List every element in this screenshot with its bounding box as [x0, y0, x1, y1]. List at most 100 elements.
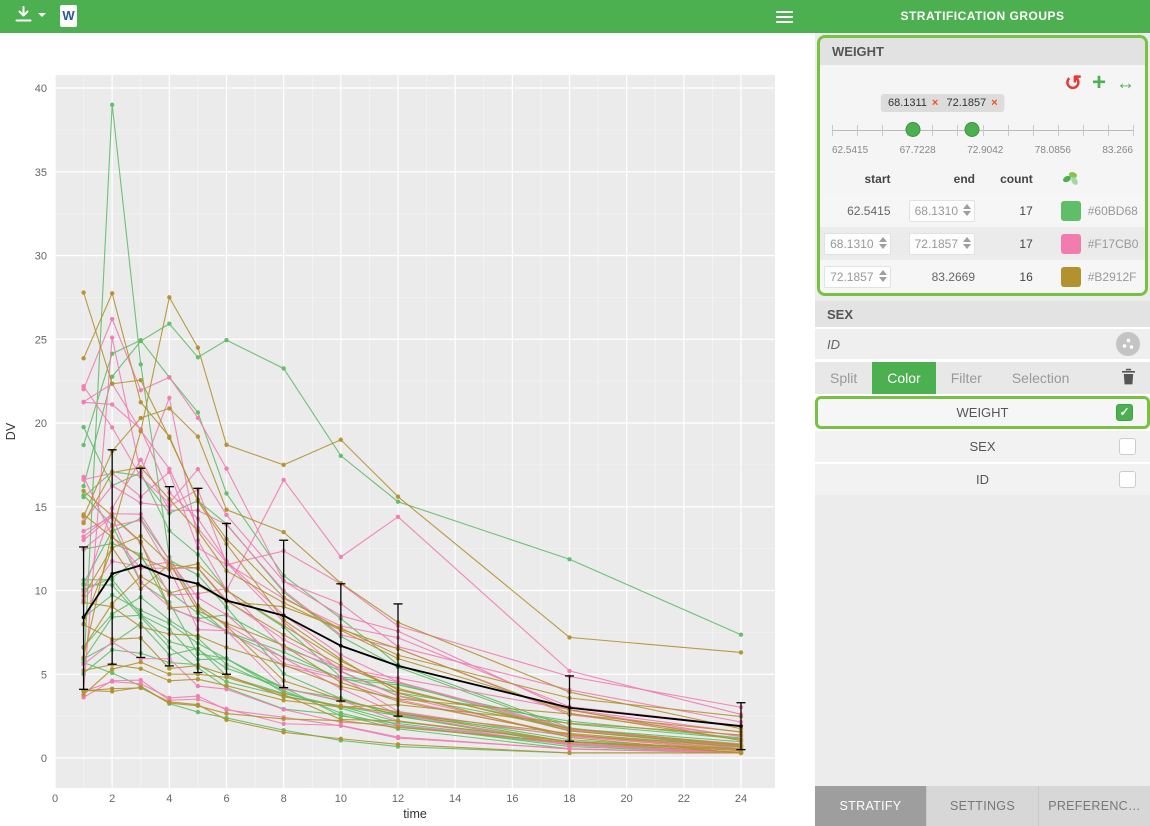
weight-panel-body: ↺ + ↔ 68.1311× 72.1857×	[820, 65, 1145, 293]
application-window: W STRATIFICATION GROUPS 0246810121416182…	[0, 0, 1150, 826]
svg-text:20: 20	[621, 793, 633, 805]
svg-text:10: 10	[35, 586, 47, 598]
remove-threshold-icon-2[interactable]: ×	[991, 97, 997, 109]
stratify-variable-list: WEIGHT✓SEXID	[815, 396, 1150, 495]
weight-panel: WEIGHT ↺ + ↔ 68.1311× 72.1857×	[817, 35, 1148, 296]
group-row-2: 68.1310 72.1857 17 #F17CB0	[820, 227, 1145, 260]
word-export-button[interactable]: W	[60, 5, 77, 27]
end-input[interactable]: 68.1310	[909, 200, 975, 222]
stratify-row-id[interactable]: ID	[815, 464, 1150, 495]
break-slider[interactable]	[832, 118, 1133, 144]
svg-text:8: 8	[281, 793, 287, 805]
stratify-row-sex[interactable]: SEX	[815, 431, 1150, 462]
tab-selection[interactable]: Selection	[997, 362, 1085, 394]
stratify-label-id: ID	[815, 472, 1150, 487]
sex-section-header[interactable]: SEX	[815, 301, 1150, 329]
end-input[interactable]: 72.1857	[909, 233, 975, 255]
threshold-chip-1[interactable]: 68.1311 ×	[881, 94, 945, 112]
stratification-sidebar: WEIGHT ↺ + ↔ 68.1311× 72.1857×	[815, 33, 1150, 826]
number-spinner[interactable]	[879, 270, 887, 282]
svg-text:0: 0	[41, 753, 47, 765]
start-input[interactable]: 72.1857	[824, 266, 890, 288]
slider-scale-labels: 62.541567.722872.904278.085683.266	[832, 145, 1133, 156]
dv-time-plot[interactable]: 0246810121416182022240510152025303540tim…	[0, 33, 815, 826]
count-value: 17	[989, 237, 1051, 251]
slider-tick	[832, 125, 833, 136]
tab-preferenc[interactable]: PREFERENC…	[1039, 786, 1150, 826]
tab-color[interactable]: Color	[872, 362, 935, 394]
select-points-button[interactable]	[1116, 332, 1140, 356]
start-input[interactable]: 68.1310	[824, 233, 890, 255]
group-row-1: 62.5415 68.1310 17 #60BD68	[820, 194, 1145, 227]
threshold-chip-2[interactable]: 72.1857×	[939, 94, 1004, 112]
checkbox-id[interactable]	[1119, 471, 1136, 488]
y-axis-label: DV	[4, 422, 18, 440]
count-value: 16	[989, 270, 1051, 284]
remove-threshold-icon-1[interactable]: ×	[932, 97, 938, 109]
delete-stratification-button[interactable]	[1121, 368, 1136, 388]
slider-tick	[983, 125, 984, 136]
count-value: 17	[989, 204, 1051, 218]
groups-table-header: start end count	[820, 164, 1145, 194]
scatter-select-icon	[1121, 337, 1135, 351]
color-cell: #F17CB0	[1051, 234, 1145, 254]
checkbox-sex[interactable]	[1119, 438, 1136, 455]
tab-split[interactable]: Split	[815, 362, 872, 394]
tab-filter[interactable]: Filter	[936, 362, 997, 394]
slider-tick	[1133, 125, 1134, 136]
plus-icon: +	[1092, 69, 1106, 96]
svg-text:40: 40	[35, 83, 47, 95]
svg-text:18: 18	[563, 793, 575, 805]
slider-handle-1[interactable]	[906, 122, 921, 137]
stratify-row-weight[interactable]: WEIGHT✓	[815, 396, 1150, 429]
x-axis-label: time	[403, 807, 427, 821]
svg-text:30: 30	[35, 251, 47, 263]
weight-section-header[interactable]: WEIGHT	[820, 38, 1145, 65]
word-doc-icon: W	[60, 5, 77, 27]
palette-button[interactable]	[1061, 170, 1081, 189]
svg-text:4: 4	[166, 793, 172, 805]
number-spinner[interactable]	[963, 204, 971, 216]
download-button[interactable]	[14, 6, 46, 23]
slider-tick	[1108, 125, 1109, 136]
threshold-value-1: 68.1311	[888, 97, 927, 109]
stratification-groups-title: STRATIFICATION GROUPS	[815, 0, 1150, 33]
color-swatch[interactable]	[1061, 201, 1081, 221]
color-hex: #F17CB0	[1088, 237, 1139, 251]
color-hex: #B2912F	[1088, 270, 1137, 284]
color-swatch[interactable]	[1061, 267, 1081, 287]
end-value: 68.1310	[915, 204, 958, 218]
start-value: 62.5415	[847, 204, 890, 218]
expand-range-button[interactable]: ↔	[1116, 74, 1135, 93]
stratify-label-weight: WEIGHT	[818, 405, 1147, 420]
slider-handle-2[interactable]	[965, 122, 980, 137]
id-section-row[interactable]: ID	[815, 329, 1150, 362]
svg-text:25: 25	[35, 334, 47, 346]
checkbox-weight[interactable]: ✓	[1116, 404, 1133, 421]
groups-table: start end count	[820, 164, 1145, 293]
undo-icon: ↺	[1064, 72, 1082, 95]
svg-text:5: 5	[41, 669, 47, 681]
slider-tick	[1083, 125, 1084, 136]
expand-horizontal-icon: ↔	[1116, 73, 1135, 94]
add-break-button[interactable]: +	[1092, 71, 1106, 95]
number-spinner[interactable]	[879, 237, 887, 249]
color-hex: #60BD68	[1088, 204, 1138, 218]
bottom-tabs: STRATIFYSETTINGSPREFERENC…	[815, 786, 1150, 826]
weight-toolbar: ↺ + ↔	[1064, 71, 1135, 95]
slider-scale-label: 78.0856	[1035, 145, 1071, 156]
slider-scale-label: 67.7228	[900, 145, 936, 156]
menu-button[interactable]	[776, 8, 793, 26]
reset-breaks-button[interactable]: ↺	[1064, 73, 1082, 94]
slider-tick	[1008, 125, 1009, 136]
slider-tick	[932, 125, 933, 136]
svg-text:2: 2	[109, 793, 115, 805]
tab-stratify[interactable]: STRATIFY	[815, 786, 926, 826]
svg-text:35: 35	[35, 167, 47, 179]
start-value: 72.1857	[830, 270, 873, 284]
header-end: end	[905, 172, 990, 186]
tab-settings[interactable]: SETTINGS	[927, 786, 1038, 826]
color-swatch[interactable]	[1061, 234, 1081, 254]
slider-chips: 68.1311 × 72.1857×	[832, 94, 1133, 117]
number-spinner[interactable]	[963, 237, 971, 249]
